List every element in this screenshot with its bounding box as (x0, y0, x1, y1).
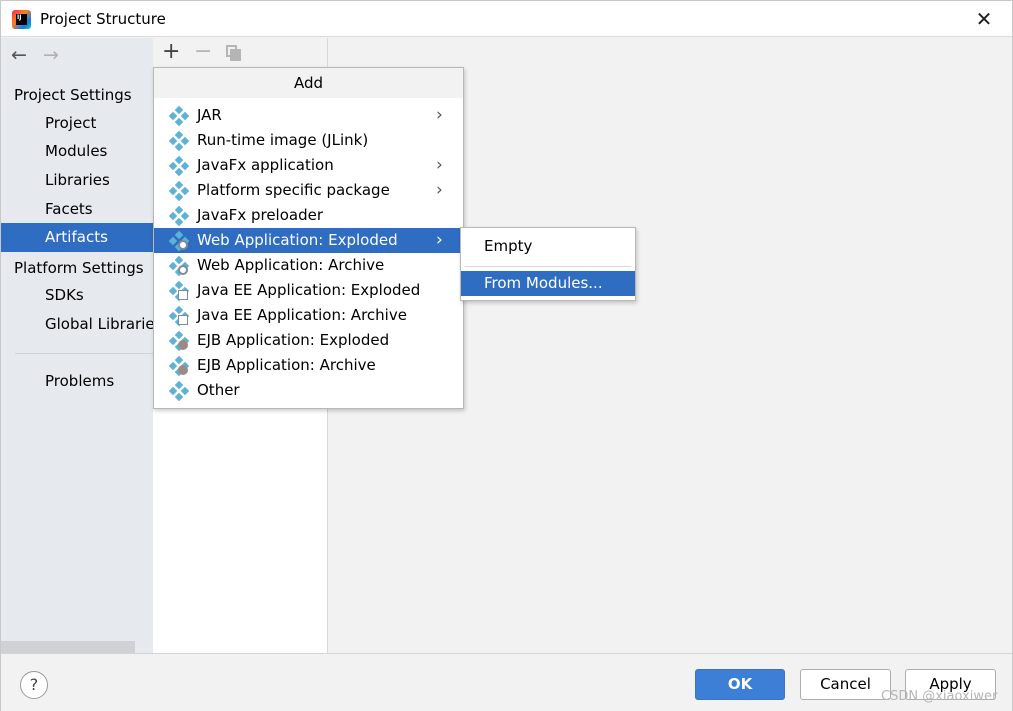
intellij-app-icon: IJ (12, 10, 31, 29)
menu-item-label: Web Application: Exploded (197, 231, 398, 249)
sidebar-horizontal-scrollbar[interactable] (1, 641, 135, 653)
artifact-icon (168, 205, 190, 227)
sidebar-item-artifacts[interactable]: Artifacts (1, 223, 153, 252)
sidebar-item-modules[interactable]: Modules (1, 137, 153, 166)
javaee-artifact-icon (168, 280, 190, 302)
menu-item-label: Java EE Application: Exploded (197, 281, 421, 299)
menu-item-label: Web Application: Archive (197, 256, 385, 274)
ejb-artifact-icon (168, 330, 190, 352)
chevron-right-icon: › (436, 180, 443, 200)
menu-item-label: JavaFx application (197, 156, 334, 174)
forward-arrow-icon[interactable]: → (43, 44, 59, 66)
add-artifact-menu: Add JAR › Run-time image (JLink) JavaFx … (153, 67, 464, 409)
project-structure-dialog: IJ Project Structure ✕ ← → Project Setti… (0, 0, 1013, 711)
menu-item-runtime-image[interactable]: Run-time image (JLink) (154, 128, 463, 153)
dialog-footer: ? OK Cancel Apply CSDN @xiaoxiwer (1, 653, 1012, 711)
artifact-icon (168, 180, 190, 202)
menu-item-javafx-application[interactable]: JavaFx application › (154, 153, 463, 178)
window-title: Project Structure (40, 10, 166, 28)
chevron-right-icon: › (436, 230, 443, 250)
watermark: CSDN @xiaoxiwer (881, 689, 998, 704)
menu-item-web-application-exploded[interactable]: Web Application: Exploded › (154, 228, 463, 253)
web-artifact-icon (168, 230, 190, 252)
copy-icon[interactable] (226, 45, 242, 61)
menu-item-javaee-application-exploded[interactable]: Java EE Application: Exploded (154, 278, 463, 303)
menu-item-javafx-preloader[interactable]: JavaFx preloader (154, 203, 463, 228)
artifact-icon (168, 155, 190, 177)
menu-item-label: Run-time image (JLink) (197, 131, 369, 149)
remove-icon[interactable]: − (194, 41, 212, 63)
menu-item-label: Java EE Application: Archive (197, 306, 407, 324)
menu-item-javaee-application-archive[interactable]: Java EE Application: Archive (154, 303, 463, 328)
ok-button[interactable]: OK (695, 669, 785, 700)
menu-item-label: Other (197, 381, 240, 399)
menu-header: Add (154, 68, 463, 98)
artifact-icon (168, 130, 190, 152)
menu-item-other[interactable]: Other (154, 378, 463, 403)
close-icon[interactable]: ✕ (973, 9, 995, 31)
title-bar: IJ Project Structure ✕ (1, 1, 1012, 37)
back-arrow-icon[interactable]: ← (11, 44, 27, 66)
chevron-right-icon: › (436, 155, 443, 175)
sidebar-divider (15, 353, 153, 354)
sidebar-section-platform-settings: Platform Settings (14, 259, 144, 277)
sidebar-section-project-settings: Project Settings (14, 86, 132, 104)
ejb-artifact-icon (168, 355, 190, 377)
javaee-artifact-icon (168, 305, 190, 327)
menu-item-label: Platform specific package (197, 181, 390, 199)
menu-item-platform-specific-package[interactable]: Platform specific package › (154, 178, 463, 203)
artifacts-toolbar: + − (153, 38, 327, 68)
web-exploded-submenu: Empty From Modules... (460, 227, 636, 301)
submenu-item-from-modules[interactable]: From Modules... (461, 271, 635, 296)
menu-item-label: JAR (197, 106, 222, 124)
add-icon[interactable]: + (162, 41, 180, 63)
submenu-divider (465, 266, 631, 267)
sidebar-item-project[interactable]: Project (1, 109, 153, 138)
menu-item-ejb-application-archive[interactable]: EJB Application: Archive (154, 353, 463, 378)
menu-item-label: EJB Application: Archive (197, 356, 376, 374)
sidebar-item-sdks[interactable]: SDKs (1, 281, 153, 310)
menu-item-label: EJB Application: Exploded (197, 331, 390, 349)
menu-item-ejb-application-exploded[interactable]: EJB Application: Exploded (154, 328, 463, 353)
web-artifact-icon (168, 255, 190, 277)
sidebar-item-facets[interactable]: Facets (1, 195, 153, 224)
cancel-button[interactable]: Cancel (800, 669, 891, 700)
chevron-right-icon: › (436, 105, 443, 125)
menu-item-web-application-archive[interactable]: Web Application: Archive (154, 253, 463, 278)
sidebar-item-libraries[interactable]: Libraries (1, 166, 153, 195)
help-icon[interactable]: ? (20, 671, 48, 699)
sidebar-item-global-libraries[interactable]: Global Libraries (1, 310, 162, 339)
submenu-item-empty[interactable]: Empty (461, 234, 635, 259)
menu-item-jar[interactable]: JAR › (154, 103, 463, 128)
settings-sidebar: ← → Project Settings Project Modules Lib… (1, 38, 162, 653)
sidebar-item-problems[interactable]: Problems (1, 367, 153, 396)
menu-item-label: JavaFx preloader (197, 206, 323, 224)
artifact-icon (168, 105, 190, 127)
artifact-icon (168, 380, 190, 402)
